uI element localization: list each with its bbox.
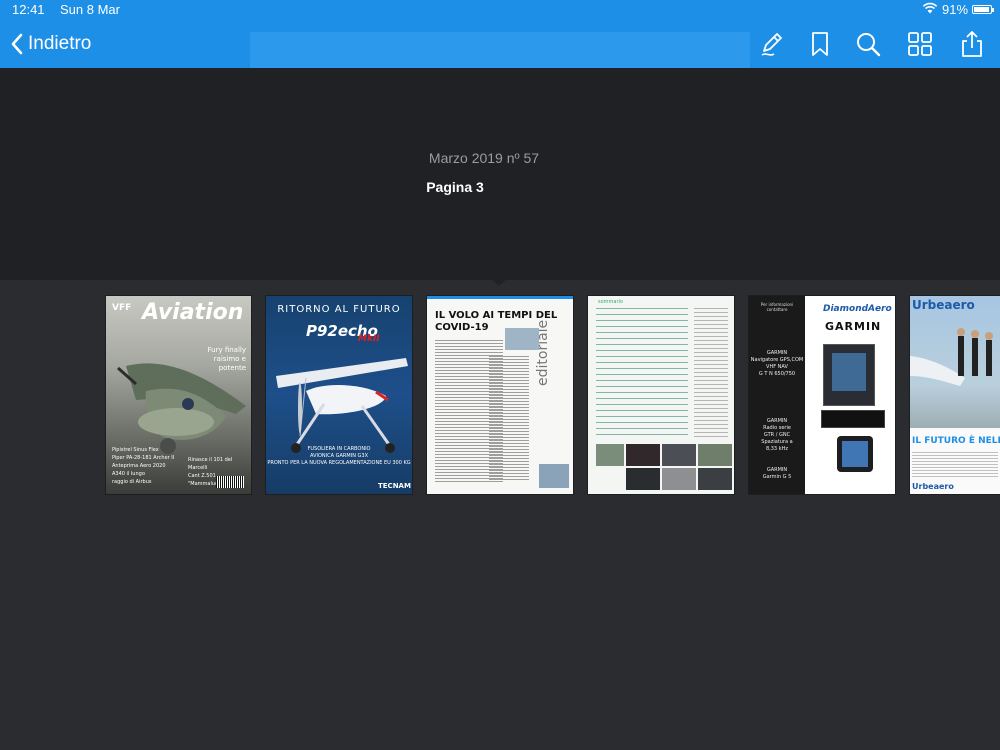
contents-title: sommario xyxy=(598,299,623,305)
ad-desc-line: PRONTO PER LA NUOVA REGOLAMENTAZIONE EU … xyxy=(267,460,411,466)
garmin-item: VHF NAV xyxy=(766,364,788,370)
contents-list xyxy=(596,308,688,438)
diamondaero-logo: DiamondAero xyxy=(823,304,892,314)
contents-photo xyxy=(698,444,732,466)
bookmark-icon[interactable] xyxy=(806,30,834,58)
ad-description: FUSOLIERA IN CARBONIO AVIONICA GARMIN G3… xyxy=(266,446,412,467)
annotate-pen-icon[interactable] xyxy=(758,30,786,58)
battery-percent: 91% xyxy=(942,2,969,17)
page-pointer xyxy=(490,278,508,286)
cover-vff-logo: VFF xyxy=(112,303,132,313)
garmin-item: GTR / GNC xyxy=(763,432,791,438)
contents-photo xyxy=(626,444,660,466)
page-thumbnail-editorial[interactable]: IL VOLO AI TEMPI DEL COVID-19 editoriale xyxy=(427,296,573,494)
page-thumbnail-contents[interactable]: sommario xyxy=(588,296,734,494)
page-thumbnail-cover[interactable]: VFF Aviation Fury finally raisimo e pote… xyxy=(106,296,251,494)
cover-brand: Aviation xyxy=(142,300,244,325)
cover-line: Pipistrel Sinus Flex xyxy=(112,447,159,453)
contents-photo xyxy=(662,468,696,490)
garmin-item: GARMIN xyxy=(766,350,788,356)
search-icon[interactable] xyxy=(854,30,882,58)
garmin-item: GARMIN xyxy=(766,467,788,473)
chevron-left-icon xyxy=(11,33,23,55)
garmin-item: Radio serie xyxy=(763,425,791,431)
page-thumbnail-garmin-ad[interactable]: Per informazioni contattare GARMIN Navig… xyxy=(749,296,895,494)
back-button[interactable]: Indietro xyxy=(10,30,91,58)
cover-lines: Pipistrel Sinus Flex Piper PA-28-181 Arc… xyxy=(112,446,174,486)
battery-icon xyxy=(972,5,994,14)
ad-desc-line: FUSOLIERA IN CARBONIO xyxy=(307,446,371,452)
ad-footer-brand: TECNAM xyxy=(378,482,411,490)
garmin-items: GARMIN Navigatore GPS,COM VHF NAV G T N … xyxy=(749,350,805,481)
garmin-logo: GARMIN xyxy=(825,320,882,333)
back-label: Indietro xyxy=(28,33,92,54)
barcode xyxy=(216,476,244,488)
garmin-item: GARMIN xyxy=(766,418,788,424)
editorial-text-column xyxy=(489,356,529,482)
status-bar: 12:41 Sun 8 Mar 91% xyxy=(0,0,1000,20)
status-time: 12:41 xyxy=(12,2,45,17)
avionics-unit-g5 xyxy=(837,436,873,472)
urbeaero-footer-logo: Urbeaero xyxy=(912,482,954,491)
cover-line: A340 il lungo raggio di Airbus xyxy=(112,471,152,485)
garmin-item: Spaziatura a xyxy=(761,439,793,445)
garmin-item: 8,33 kHz xyxy=(765,446,788,452)
avionics-unit-gtr xyxy=(821,410,885,428)
contents-photo xyxy=(596,444,624,466)
status-date: Sun 8 Mar xyxy=(60,2,120,17)
contents-photo xyxy=(662,444,696,466)
current-page-label: Pagina 3 xyxy=(426,179,484,195)
garmin-item: Navigatore GPS,COM xyxy=(750,357,804,363)
garmin-info-header: Per informazioni contattare xyxy=(760,302,794,312)
page-thumbnail-urbeaero[interactable]: Urbeaero IL FUTURO È NELLE Urbeaero xyxy=(910,296,1000,494)
issue-header xyxy=(0,68,1000,280)
page-thumbnail-tecnam-ad[interactable]: RITORNO AL FUTURO P92echo MkII FUSOLIERA… xyxy=(266,296,412,494)
editorial-headline-2: COVID-19 xyxy=(435,322,489,333)
editorial-photo xyxy=(505,328,539,350)
avionics-unit-gtn xyxy=(823,344,875,406)
battery-fill xyxy=(974,7,989,12)
contents-photo xyxy=(626,468,660,490)
contents-sidebar xyxy=(694,308,728,438)
share-icon[interactable] xyxy=(958,30,986,58)
garmin-item: G T N 650/750 xyxy=(758,371,796,377)
urbeaero-headline: IL FUTURO È NELLE xyxy=(912,436,1000,446)
ad-desc-line: AVIONICA GARMIN G3X xyxy=(309,453,368,459)
cover-side-line: Rinasce il 101 del Marcelli xyxy=(188,457,233,471)
navbar-backdrop xyxy=(250,32,750,68)
garmin-item: Garmin G 5 xyxy=(762,474,792,480)
wifi-icon xyxy=(922,2,938,17)
contents-photo xyxy=(698,468,732,490)
issue-title: Marzo 2019 nº 57 xyxy=(428,150,540,166)
cover-line: Anteprima Aero 2020 xyxy=(112,463,166,469)
avionics-screen xyxy=(842,441,868,467)
editorial-photo-small xyxy=(539,464,569,488)
avionics-screen xyxy=(832,353,866,391)
urbeaero-text xyxy=(912,452,998,478)
grid-view-icon[interactable] xyxy=(906,30,934,58)
cover-line: Piper PA-28-181 Archer II xyxy=(112,455,175,461)
page-accent-bar xyxy=(427,296,573,299)
cover-tagline: Fury finally raisimo e potente xyxy=(207,346,247,372)
